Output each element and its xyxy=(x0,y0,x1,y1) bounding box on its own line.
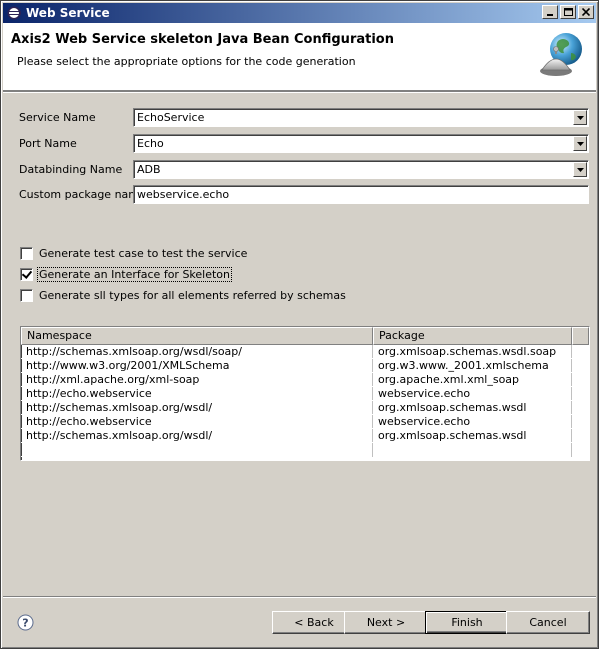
minimize-icon xyxy=(547,14,553,16)
row-filler xyxy=(572,429,589,442)
namespace-cell[interactable]: http://schemas.xmlsoap.org/wsdl/ xyxy=(21,429,373,442)
service-name-value: EchoService xyxy=(137,111,205,124)
column-header-namespace[interactable]: Namespace xyxy=(21,327,373,345)
column-header-package[interactable]: Package xyxy=(373,327,572,345)
row-filler xyxy=(572,415,589,428)
package-cell[interactable]: webservice.echo xyxy=(373,415,572,428)
databinding-name-combo[interactable]: ADB xyxy=(133,160,589,179)
chevron-down-icon xyxy=(576,167,584,172)
row-filler xyxy=(572,345,589,358)
svg-text:?: ? xyxy=(22,617,28,630)
column-header-filler xyxy=(572,327,589,345)
next-button-label: Next > xyxy=(366,616,406,629)
close-button[interactable] xyxy=(578,5,594,19)
row-filler xyxy=(572,359,589,372)
service-name-combo[interactable]: EchoService xyxy=(133,108,589,127)
namespace-cell[interactable]: http://www.w3.org/2001/XMLSchema xyxy=(21,359,373,372)
generate-all-types-label: Generate sll types for all elements refe… xyxy=(39,288,346,302)
generate-all-types-checkbox[interactable] xyxy=(20,288,33,302)
namespace-cell[interactable]: http://schemas.xmlsoap.org/wsdl/ xyxy=(21,401,373,414)
table-row[interactable]: http://echo.webservice webservice.echo xyxy=(21,415,589,429)
option-generate-test-case[interactable]: Generate test case to test the service xyxy=(20,245,248,261)
wizard-header: Axis2 Web Service skeleton Java Bean Con… xyxy=(3,23,596,91)
maximize-icon xyxy=(563,8,573,16)
empty-cell xyxy=(21,443,373,457)
namespace-cell[interactable]: http://xml.apache.org/xml-soap xyxy=(21,373,373,386)
finish-button-label: Finish xyxy=(451,616,483,629)
package-cell[interactable]: webservice.echo xyxy=(373,387,572,400)
table-header: Namespace Package xyxy=(21,327,589,345)
generate-test-case-label: Generate test case to test the service xyxy=(39,246,248,260)
custom-package-value: webservice.echo xyxy=(137,188,230,201)
namespace-cell[interactable]: http://schemas.xmlsoap.org/wsdl/soap/ xyxy=(21,345,373,358)
cancel-button-label: Cancel xyxy=(529,616,567,629)
generate-interface-label: Generate an Interface for Skeleton xyxy=(36,266,233,282)
table-row[interactable]: http://schemas.xmlsoap.org/wsdl/ org.xml… xyxy=(21,401,589,415)
row-filler xyxy=(572,443,589,457)
package-cell[interactable]: org.w3.www._2001.xmlschema xyxy=(373,359,572,372)
maximize-button[interactable] xyxy=(560,5,576,19)
cancel-button[interactable]: Cancel xyxy=(506,611,590,634)
databinding-dropdown-button[interactable] xyxy=(573,162,587,177)
globe-service-bell-icon xyxy=(540,33,582,76)
table-row[interactable]: http://www.w3.org/2001/XMLSchema org.w3.… xyxy=(21,359,589,373)
generate-interface-checkbox[interactable] xyxy=(20,267,33,281)
web-service-dialog: Web Service Axis2 Web Service skeleton J… xyxy=(0,0,599,649)
empty-cell xyxy=(373,443,572,457)
chevron-down-icon xyxy=(576,115,584,120)
minimize-button[interactable] xyxy=(542,5,558,19)
table-row[interactable]: http://schemas.xmlsoap.org/wsdl/soap/ or… xyxy=(21,345,589,359)
page-description: Please select the appropriate options fo… xyxy=(17,55,356,68)
page-title: Axis2 Web Service skeleton Java Bean Con… xyxy=(11,32,394,47)
back-button-label: < Back xyxy=(294,616,334,629)
eclipse-icon xyxy=(6,5,22,21)
port-name-label: Port Name xyxy=(19,137,77,150)
custom-package-input[interactable]: webservice.echo xyxy=(133,185,589,204)
title-bar[interactable]: Web Service xyxy=(3,3,596,23)
help-icon[interactable]: ? xyxy=(17,614,34,631)
namespace-package-table[interactable]: Namespace Package http://schemas.xmlsoap… xyxy=(20,326,590,461)
namespace-cell[interactable]: http://echo.webservice xyxy=(21,387,373,400)
databinding-name-label: Databinding Name xyxy=(19,163,123,176)
close-icon xyxy=(582,8,590,16)
option-generate-all-types[interactable]: Generate sll types for all elements refe… xyxy=(20,287,347,303)
port-name-combo[interactable]: Echo xyxy=(133,134,589,153)
table-row[interactable]: http://echo.webservice webservice.echo xyxy=(21,387,589,401)
package-cell[interactable]: org.apache.xml.xml_soap xyxy=(373,373,572,386)
generate-test-case-checkbox[interactable] xyxy=(20,246,33,260)
custom-package-label: Custom package name xyxy=(19,188,146,201)
port-name-dropdown-button[interactable] xyxy=(573,136,587,151)
table-empty-row xyxy=(21,443,589,457)
row-filler xyxy=(572,387,589,400)
package-cell[interactable]: org.xmlsoap.schemas.wsdl xyxy=(373,429,572,442)
window-title: Web Service xyxy=(26,6,110,20)
databinding-name-value: ADB xyxy=(137,163,161,176)
service-name-label: Service Name xyxy=(19,111,96,124)
finish-button[interactable]: Finish xyxy=(425,611,509,634)
namespace-cell[interactable]: http://echo.webservice xyxy=(21,415,373,428)
row-filler xyxy=(572,401,589,414)
next-button[interactable]: Next > xyxy=(344,611,428,634)
package-cell[interactable]: org.xmlsoap.schemas.wsdl.soap xyxy=(373,345,572,358)
footer-divider xyxy=(3,596,596,598)
chevron-down-icon xyxy=(576,141,584,146)
port-name-value: Echo xyxy=(137,137,164,150)
table-row[interactable]: http://schemas.xmlsoap.org/wsdl/ org.xml… xyxy=(21,429,589,443)
option-generate-interface[interactable]: Generate an Interface for Skeleton xyxy=(20,266,233,282)
service-name-dropdown-button[interactable] xyxy=(573,110,587,125)
row-filler xyxy=(572,373,589,386)
header-divider xyxy=(3,91,596,93)
table-row[interactable]: http://xml.apache.org/xml-soap org.apach… xyxy=(21,373,589,387)
package-cell[interactable]: org.xmlsoap.schemas.wsdl xyxy=(373,401,572,414)
